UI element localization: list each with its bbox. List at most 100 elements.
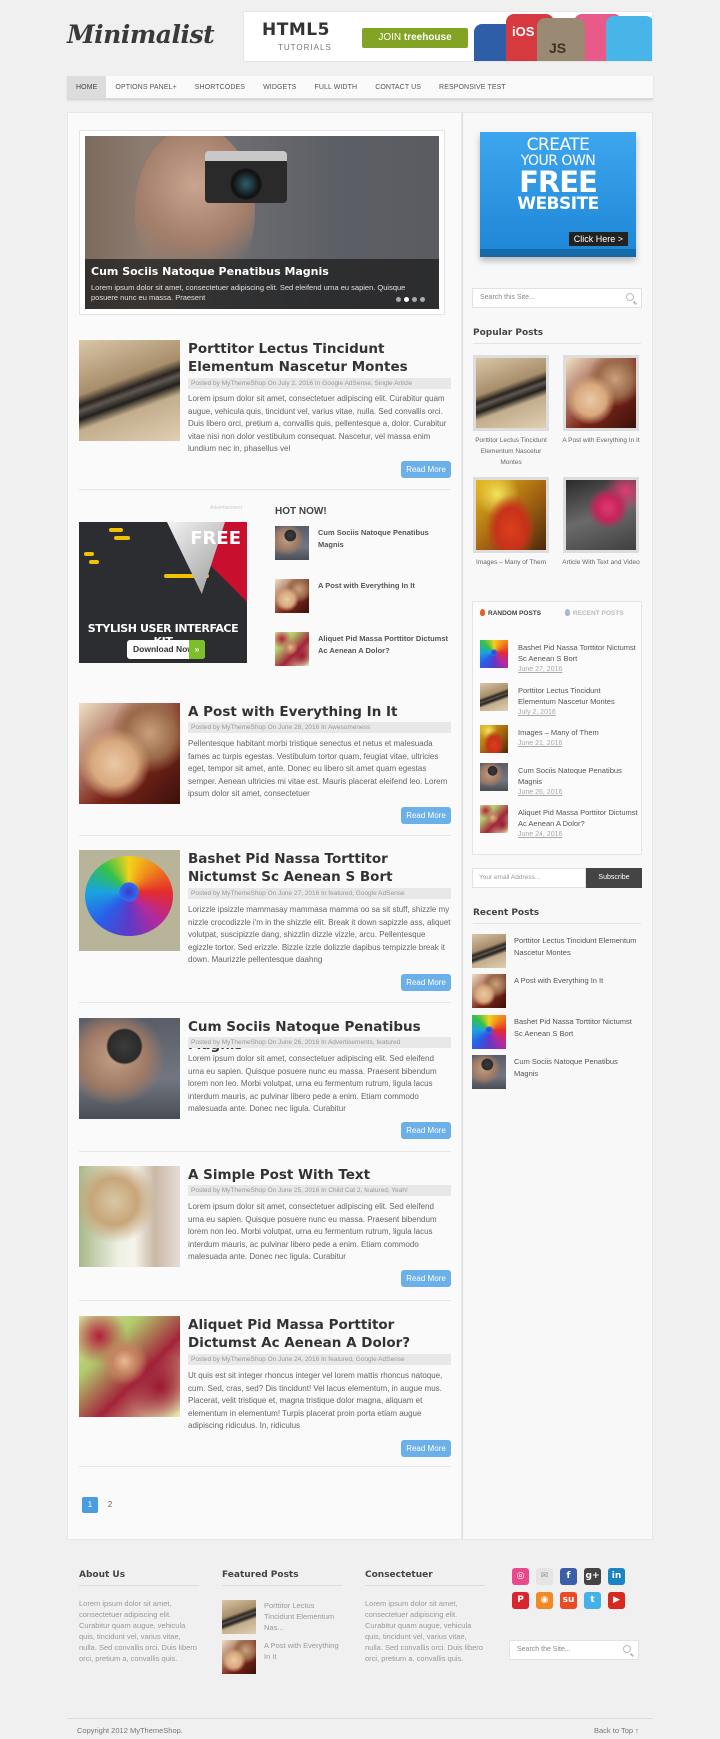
slider-image[interactable]: Cum Sociis Natoque Penatibus Magnis Lore… xyxy=(85,136,439,309)
slider-title[interactable]: Cum Sociis Natoque Penatibus Magnis xyxy=(91,265,433,278)
nav-item-full-width[interactable]: Full Width xyxy=(305,76,366,98)
search-icon[interactable] xyxy=(626,293,634,301)
click-here-button[interactable]: Click Here > xyxy=(568,232,628,246)
popular-post-thumbnail[interactable] xyxy=(473,477,549,553)
recent-post-title[interactable]: Cum Sociis Natoque Penatibus Magnis xyxy=(514,1056,642,1080)
twitter-icon[interactable]: t xyxy=(584,1592,601,1609)
download-now-button[interactable]: Download Now » xyxy=(127,640,205,659)
featured-post-thumbnail[interactable] xyxy=(222,1600,256,1634)
pinterest-icon[interactable]: P xyxy=(512,1592,529,1609)
read-more-button[interactable]: Read More xyxy=(401,1440,451,1457)
create-website-ad[interactable]: CREATE YOUR OWN FREE WEBSITE Click Here … xyxy=(480,132,636,257)
read-more-button[interactable]: Read More xyxy=(401,1122,451,1139)
tab-recent-posts[interactable]: RECENT POSTS xyxy=(565,609,624,617)
site-logo[interactable]: Minimalist xyxy=(67,20,215,49)
post-thumbnail[interactable] xyxy=(79,850,180,951)
featured-slider[interactable]: Cum Sociis Natoque Penatibus Magnis Lore… xyxy=(79,130,445,315)
page-link[interactable]: 2 xyxy=(102,1497,118,1513)
subscribe-button[interactable]: Subscribe xyxy=(586,868,642,888)
read-more-button[interactable]: Read More xyxy=(401,807,451,824)
slider-dot[interactable] xyxy=(396,297,401,302)
random-post-title[interactable]: Aliquet Pid Massa Porttitor Dictumst Ac … xyxy=(518,807,638,829)
hot-now-thumbnail[interactable] xyxy=(275,632,309,666)
nav-item-widgets[interactable]: Widgets xyxy=(254,76,305,98)
post-title[interactable]: Aliquet Pid Massa Porttitor Dictumst Ac … xyxy=(188,1316,451,1352)
email-field[interactable]: Your email Address... xyxy=(472,868,586,888)
popular-post-title[interactable]: Article With Text and Video xyxy=(562,557,640,568)
header-ad-banner[interactable]: HTML5 TUTORIALS JOIN treehouse iOS JS xyxy=(243,11,653,62)
random-post-title[interactable]: Porttitor Lectus Tincidunt Elementum Nas… xyxy=(518,685,638,707)
post-thumbnail[interactable] xyxy=(79,1316,180,1417)
random-post-thumbnail[interactable] xyxy=(480,640,508,668)
popular-post[interactable]: Article With Text and Video xyxy=(562,477,640,568)
post-title[interactable]: A Post with Everything In It xyxy=(188,703,451,721)
nav-item-shortcodes[interactable]: Shortcodes xyxy=(186,76,254,98)
rss-icon[interactable]: ◉ xyxy=(536,1592,553,1609)
tab-random-posts[interactable]: RANDOM POSTS xyxy=(480,609,541,617)
recent-post-thumbnail[interactable] xyxy=(472,974,506,1008)
featured-post-title[interactable]: A Post with Everything In It xyxy=(264,1640,342,1662)
read-more-button[interactable]: Read More xyxy=(401,461,451,478)
random-post-title[interactable]: Bashet Pid Nassa Torttitor Nictumst Sc A… xyxy=(518,642,638,664)
random-post-title[interactable]: Cum Sociis Natoque Penatibus Magnis xyxy=(518,765,638,787)
post-title[interactable]: Bashet Pid Nassa Torttitor Nictumst Sc A… xyxy=(188,850,451,886)
slider-dot[interactable] xyxy=(412,297,417,302)
dribbble-icon[interactable]: ◎ xyxy=(512,1568,529,1585)
nav-item-home[interactable]: Home xyxy=(67,76,107,98)
random-post-thumbnail[interactable] xyxy=(480,805,508,833)
email-icon[interactable]: ✉ xyxy=(536,1568,553,1585)
random-post-thumbnail[interactable] xyxy=(480,683,508,711)
post-thumbnail[interactable] xyxy=(79,1018,180,1119)
popular-post[interactable]: Porttitor Lectus Tincidunt Elementum Nas… xyxy=(472,355,550,468)
popular-post-title[interactable]: Porttitor Lectus Tincidunt Elementum Nas… xyxy=(472,435,550,468)
recent-post-thumbnail[interactable] xyxy=(472,934,506,968)
random-post-thumbnail[interactable] xyxy=(480,725,508,753)
popular-post-thumbnail[interactable] xyxy=(563,477,639,553)
post-thumbnail[interactable] xyxy=(79,703,180,804)
random-post-thumbnail[interactable] xyxy=(480,763,508,791)
hot-now-item-title[interactable]: Cum Sociis Natoque Penatibus Magnis xyxy=(318,527,453,551)
facebook-icon[interactable]: f xyxy=(560,1568,577,1585)
popular-post-title[interactable]: Images – Many of Them xyxy=(472,557,550,568)
recent-post-title[interactable]: Porttitor Lectus Tincidunt Elementum Nas… xyxy=(514,935,642,959)
recent-post-title[interactable]: Bashet Pid Nassa Torttitor Nictumst Sc A… xyxy=(514,1016,642,1040)
post-thumbnail[interactable] xyxy=(79,340,180,441)
nav-item-responsive-test[interactable]: Responsive Test xyxy=(430,76,515,98)
search-icon[interactable] xyxy=(623,1645,631,1653)
hot-now-item-title[interactable]: Aliquet Pid Massa Porttitor Dictumst Ac … xyxy=(318,633,453,657)
random-post-title[interactable]: Images – Many of Them xyxy=(518,727,638,738)
popular-post-thumbnail[interactable] xyxy=(563,355,639,431)
post-title[interactable]: Cum Sociis Natoque Penatibus Magnis xyxy=(188,1018,451,1054)
linkedin-icon[interactable]: in xyxy=(608,1568,625,1585)
ad-ui-kit[interactable]: FREE STYLISH USER INTERFACE KIT Download… xyxy=(79,522,247,663)
join-treehouse-button[interactable]: JOIN treehouse xyxy=(362,28,468,48)
youtube-icon[interactable]: ▶ xyxy=(608,1592,625,1609)
footer-search-input[interactable]: Search the Site... xyxy=(509,1640,639,1660)
hot-now-thumbnail[interactable] xyxy=(275,579,309,613)
nav-item-options-panel[interactable]: Options Panel+ xyxy=(106,76,185,98)
stumbleupon-icon[interactable]: su xyxy=(560,1592,577,1609)
popular-post[interactable]: Images – Many of Them xyxy=(472,477,550,568)
slider-dot-active[interactable] xyxy=(404,297,409,302)
page-link-current[interactable]: 1 xyxy=(82,1497,98,1513)
recent-post-thumbnail[interactable] xyxy=(472,1015,506,1049)
slider-dot[interactable] xyxy=(420,297,425,302)
read-more-button[interactable]: Read More xyxy=(401,1270,451,1287)
post-title[interactable]: Porttitor Lectus Tincidunt Elementum Nas… xyxy=(188,340,451,376)
popular-post[interactable]: A Post with Everything In It xyxy=(562,355,640,446)
post-title[interactable]: A Simple Post With Text xyxy=(188,1166,451,1184)
featured-post-thumbnail[interactable] xyxy=(222,1640,256,1674)
hot-now-thumbnail[interactable] xyxy=(275,526,309,560)
popular-post-thumbnail[interactable] xyxy=(473,355,549,431)
hot-now-item-title[interactable]: A Post with Everything In It xyxy=(318,580,453,592)
featured-post-title[interactable]: Porttitor Lectus Tincidunt Elementum Nas… xyxy=(264,1600,342,1633)
google-plus-icon[interactable]: g+ xyxy=(584,1568,601,1585)
sidebar-search-input[interactable]: Search this Site... xyxy=(472,288,642,308)
back-to-top-link[interactable]: Back to Top ↑ xyxy=(594,1726,639,1735)
read-more-button[interactable]: Read More xyxy=(401,974,451,991)
popular-post-title[interactable]: A Post with Everything In It xyxy=(562,435,640,446)
recent-post-thumbnail[interactable] xyxy=(472,1055,506,1089)
post-thumbnail[interactable] xyxy=(79,1166,180,1267)
recent-post-title[interactable]: A Post with Everything In It xyxy=(514,975,642,987)
nav-item-contact-us[interactable]: Contact Us xyxy=(366,76,430,98)
